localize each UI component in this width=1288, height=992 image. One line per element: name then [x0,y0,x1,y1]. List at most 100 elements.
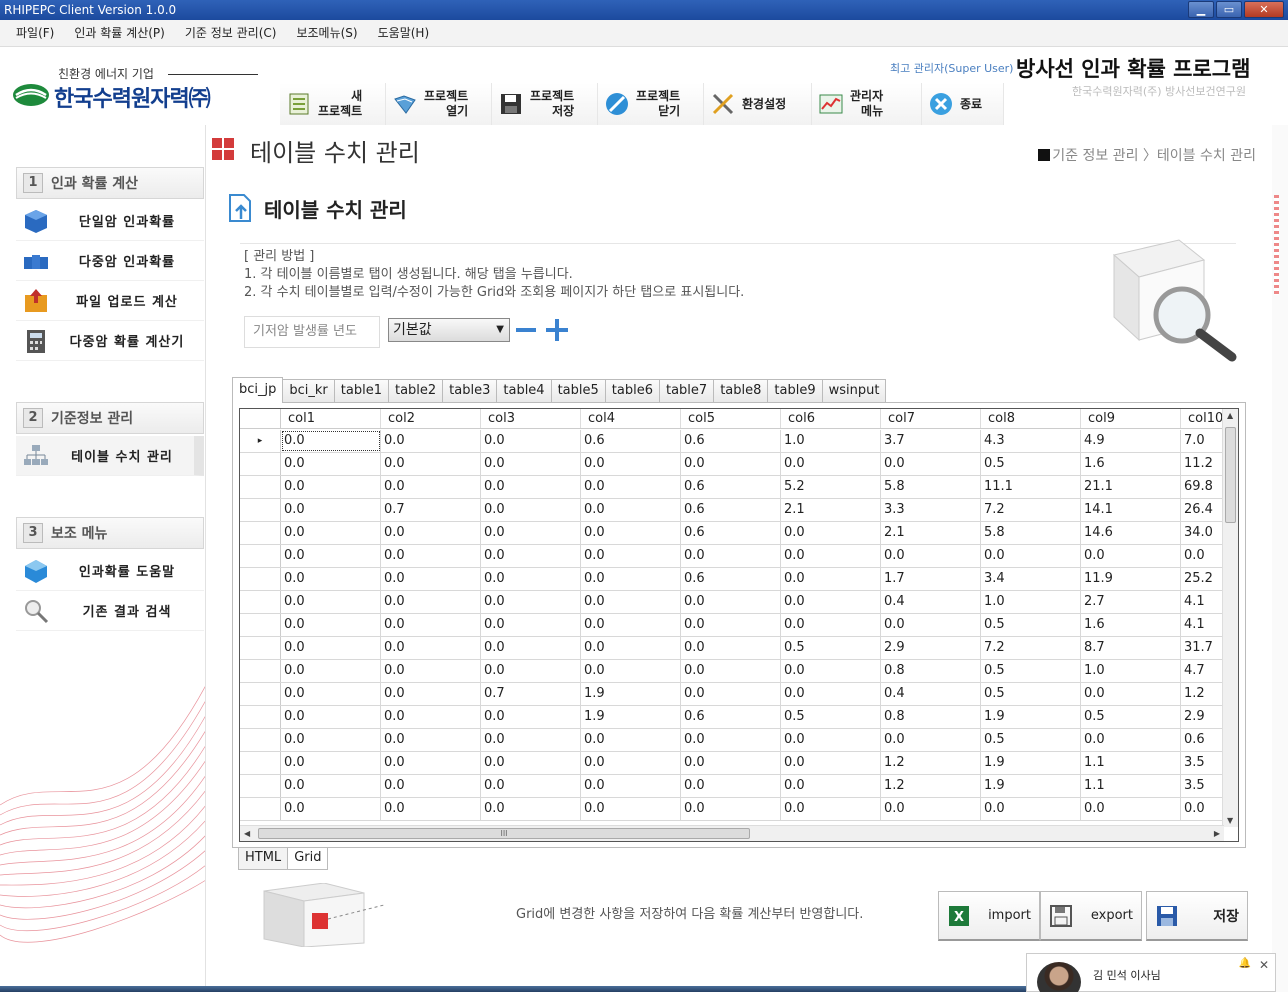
grid-cell[interactable]: 0.0 [481,568,581,590]
tab-table6[interactable]: table6 [604,379,660,403]
grid-cell[interactable]: 0.0 [881,545,981,567]
column-header[interactable]: col2 [381,409,481,428]
grid-cell[interactable]: 0.0 [581,775,681,797]
grid-cell[interactable]: 0.0 [481,591,581,613]
row-header[interactable] [240,545,281,567]
export-button[interactable]: export [1040,891,1142,941]
grid-cell[interactable]: 0.0 [781,522,881,544]
row-header[interactable] [240,729,281,751]
horizontal-scroll-thumb[interactable]: III [258,828,750,839]
grid-cell[interactable]: 0.0 [281,637,381,659]
table-row[interactable]: 0.0 0.0 0.0 0.0 0.0 0.0 1.2 1.9 1.1 3.5 [240,775,1238,798]
grid-cell[interactable]: 0.0 [281,660,381,682]
row-header[interactable] [240,499,281,521]
grid-cell[interactable]: 0.0 [281,706,381,728]
grid-cell[interactable]: 0.5 [981,614,1081,636]
grid-cell[interactable]: 0.0 [281,614,381,636]
grid-cell[interactable]: 0.0 [781,614,881,636]
grid-cell[interactable]: 0.0 [781,568,881,590]
row-header[interactable] [240,660,281,682]
grid-cell[interactable]: 0.7 [381,499,481,521]
grid-cell[interactable]: 0.0 [281,752,381,774]
grid-cell[interactable]: 11.9 [1081,568,1181,590]
grid-cell[interactable]: 1.1 [1081,752,1181,774]
tab-table5[interactable]: table5 [550,379,606,403]
grid-cell[interactable]: 0.0 [681,798,781,820]
row-header[interactable] [240,798,281,820]
grid-cell[interactable]: 0.0 [981,545,1081,567]
grid-cell[interactable]: 0.0 [581,591,681,613]
grid-cell[interactable]: 0.6 [681,430,781,452]
minimize-button[interactable]: ▁ [1188,1,1214,18]
grid-cell[interactable]: 0.0 [281,798,381,820]
grid-cell[interactable]: 0.0 [481,476,581,498]
menu-baseinfo[interactable]: 기준 정보 관리(C) [175,20,287,46]
grid-cell[interactable]: 0.0 [1081,683,1181,705]
grid-cell[interactable]: 0.0 [381,775,481,797]
grid-cell[interactable]: 2.9 [881,637,981,659]
row-header[interactable] [240,683,281,705]
exit-button[interactable]: 종료 [922,83,1004,125]
menu-help[interactable]: 도움말(H) [368,20,440,46]
new-project-button[interactable]: 새 프로젝트 [280,83,386,125]
grid-cell[interactable]: 0.0 [481,752,581,774]
grid-cell[interactable]: 0.0 [281,729,381,751]
grid-cell[interactable]: 0.0 [381,476,481,498]
grid-cell[interactable]: 0.0 [481,775,581,797]
grid-cell[interactable]: 0.0 [381,545,481,567]
column-header[interactable]: col8 [981,409,1081,428]
grid-cell[interactable]: 0.0 [681,660,781,682]
tab-html[interactable]: HTML [238,848,289,870]
tab-bci-jp[interactable]: bci_jp [232,377,284,403]
grid-cell[interactable]: 0.0 [281,775,381,797]
grid-cell[interactable]: 0.0 [481,522,581,544]
grid-cell[interactable]: 0.0 [281,430,381,452]
row-header[interactable] [240,591,281,613]
table-row[interactable]: 0.0 0.0 0.0 0.0 0.0 0.0 0.8 0.5 1.0 4.7 [240,660,1238,683]
grid-cell[interactable]: 3.4 [981,568,1081,590]
grid-cell[interactable]: 0.0 [281,591,381,613]
table-row[interactable]: 0.0 0.0 0.0 1.9 0.6 0.5 0.8 1.9 0.5 2.9 [240,706,1238,729]
grid-cell[interactable]: 0.0 [581,545,681,567]
scroll-down-icon[interactable]: ▼ [1227,816,1233,825]
row-header[interactable]: ▸ [240,430,281,452]
save-button[interactable]: 저장 [1146,891,1248,941]
grid-cell[interactable]: 0.0 [381,706,481,728]
grid-cell[interactable]: 0.0 [681,752,781,774]
sidebar-item-multi-cancer[interactable]: 다중암 인과확률 [16,241,204,281]
column-header[interactable]: col1 [281,409,381,428]
table-row[interactable]: 0.0 0.0 0.0 0.0 0.0 0.0 1.2 1.9 1.1 3.5 [240,752,1238,775]
horizontal-scrollbar[interactable]: ◀ III ▶ [240,825,1224,841]
grid-cell[interactable]: 4.9 [1081,430,1181,452]
grid-cell[interactable]: 0.0 [381,729,481,751]
grid-cell[interactable]: 0.0 [381,568,481,590]
grid-cell[interactable]: 3.7 [881,430,981,452]
grid-cell[interactable]: 0.0 [381,660,481,682]
grid-cell[interactable]: 21.1 [1081,476,1181,498]
row-header[interactable] [240,775,281,797]
close-window-button[interactable]: ✕ [1244,1,1284,18]
row-header[interactable] [240,476,281,498]
grid-cell[interactable]: 7.2 [981,637,1081,659]
row-header[interactable] [240,522,281,544]
grid-cell[interactable]: 0.0 [381,614,481,636]
tab-wsinput[interactable]: wsinput [821,379,887,403]
tab-table9[interactable]: table9 [767,379,823,403]
add-year-button[interactable] [546,319,568,341]
grid-cell[interactable]: 0.0 [481,637,581,659]
close-icon[interactable]: ✕ [1259,958,1269,972]
grid-cell[interactable]: 0.0 [281,522,381,544]
grid-cell[interactable]: 2.1 [781,499,881,521]
grid-cell[interactable]: 0.0 [1081,798,1181,820]
grid-cell[interactable]: 0.0 [781,683,881,705]
tab-table2[interactable]: table2 [387,379,444,403]
grid-cell[interactable]: 0.0 [781,660,881,682]
grid-cell[interactable]: 0.0 [481,729,581,751]
grid-cell[interactable]: 1.9 [981,706,1081,728]
grid-cell[interactable]: 0.0 [781,545,881,567]
grid-cell[interactable]: 2.1 [881,522,981,544]
table-row[interactable]: 0.0 0.0 0.7 1.9 0.0 0.0 0.4 0.5 0.0 1.2 [240,683,1238,706]
grid-cell[interactable]: 0.5 [781,706,881,728]
grid-cell[interactable]: 0.0 [281,453,381,475]
scroll-left-icon[interactable]: ◀ [244,829,250,838]
